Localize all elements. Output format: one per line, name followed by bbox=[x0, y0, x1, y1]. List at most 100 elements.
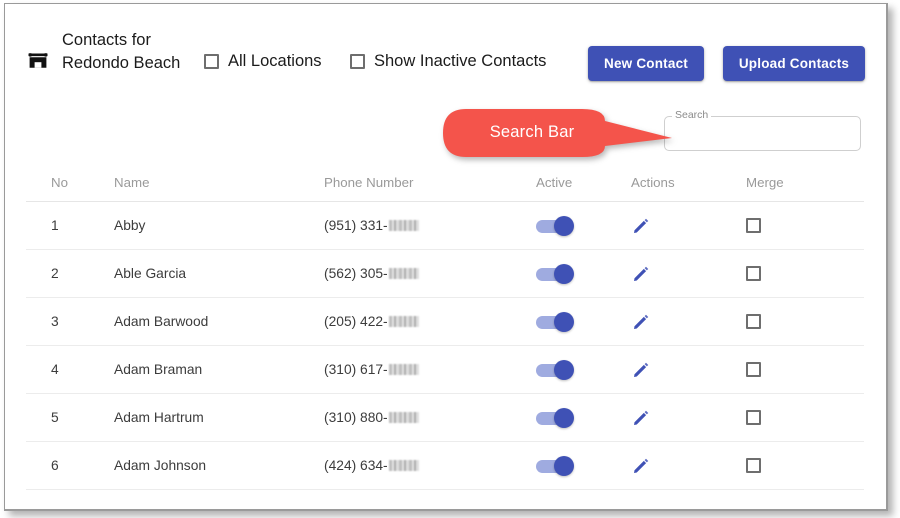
phone-number-text: (951) 331- bbox=[324, 218, 388, 233]
cell-merge bbox=[746, 442, 761, 489]
pencil-icon[interactable] bbox=[631, 456, 651, 476]
cell-name: Adam Hartrum bbox=[114, 410, 204, 425]
storefront-icon bbox=[26, 49, 50, 73]
search-input[interactable] bbox=[665, 117, 860, 150]
pencil-icon[interactable] bbox=[631, 312, 651, 332]
page-title: Contacts for Redondo Beach bbox=[62, 31, 181, 72]
cell-merge bbox=[746, 346, 761, 393]
phone-redacted-digits bbox=[388, 220, 419, 231]
active-toggle-thumb bbox=[554, 263, 574, 284]
cell-actions bbox=[631, 298, 651, 345]
cell-phone: (310) 880- bbox=[324, 394, 419, 441]
page-header: Contacts for Redondo Beach All Locations… bbox=[5, 4, 885, 100]
active-toggle-thumb bbox=[554, 455, 574, 476]
cell-active bbox=[536, 298, 576, 345]
phone-redacted-digits bbox=[388, 268, 419, 279]
cell-phone: (310) 617- bbox=[324, 346, 419, 393]
table-row: 3 Adam Barwood (205) 422- bbox=[26, 298, 864, 346]
active-toggle[interactable] bbox=[536, 263, 576, 284]
active-toggle-thumb bbox=[554, 311, 574, 332]
merge-checkbox[interactable] bbox=[746, 314, 761, 329]
phone-number-text: (424) 634- bbox=[324, 458, 388, 473]
active-toggle-thumb bbox=[554, 359, 574, 380]
annotation-callout-search-bar: Search Bar bbox=[442, 108, 672, 158]
active-toggle[interactable] bbox=[536, 359, 576, 380]
cell-no: 3 bbox=[51, 314, 59, 329]
table-header-row: No Name Phone Number Active Actions Merg… bbox=[26, 164, 864, 202]
column-header-phone: Phone Number bbox=[324, 175, 414, 190]
cell-active bbox=[536, 250, 576, 297]
merge-checkbox[interactable] bbox=[746, 266, 761, 281]
checkbox-box-all-locations[interactable] bbox=[204, 54, 219, 69]
active-toggle[interactable] bbox=[536, 407, 576, 428]
cell-active bbox=[536, 202, 576, 249]
active-toggle[interactable] bbox=[536, 311, 576, 332]
cell-phone: (205) 422- bbox=[324, 298, 419, 345]
screenshot-frame: Contacts for Redondo Beach All Locations… bbox=[4, 3, 888, 511]
cell-no: 2 bbox=[51, 266, 59, 281]
active-toggle-thumb bbox=[554, 407, 574, 428]
cell-no: 6 bbox=[51, 458, 59, 473]
cell-actions bbox=[631, 394, 651, 441]
column-header-no: No bbox=[51, 175, 68, 190]
contacts-table: No Name Phone Number Active Actions Merg… bbox=[26, 164, 864, 490]
checkbox-box-show-inactive-contacts[interactable] bbox=[350, 54, 365, 69]
phone-number-text: (310) 617- bbox=[324, 362, 388, 377]
phone-number-text: (310) 880- bbox=[324, 410, 388, 425]
cell-phone: (951) 331- bbox=[324, 202, 419, 249]
cell-merge bbox=[746, 394, 761, 441]
merge-checkbox[interactable] bbox=[746, 458, 761, 473]
checkbox-label-all-locations: All Locations bbox=[228, 52, 322, 70]
phone-redacted-digits bbox=[388, 412, 419, 423]
pencil-icon[interactable] bbox=[631, 360, 651, 380]
table-body: 1 Abby (951) 331- 2 Able Garcia (562) 305- 3 Ad… bbox=[26, 202, 864, 490]
cell-merge bbox=[746, 250, 761, 297]
cell-name: Adam Braman bbox=[114, 362, 203, 377]
cell-merge bbox=[746, 298, 761, 345]
active-toggle[interactable] bbox=[536, 215, 576, 236]
pencil-icon[interactable] bbox=[631, 408, 651, 428]
cell-name: Able Garcia bbox=[114, 266, 187, 281]
cell-no: 4 bbox=[51, 362, 59, 377]
cell-actions bbox=[631, 250, 651, 297]
checkbox-label-show-inactive-contacts: Show Inactive Contacts bbox=[374, 52, 547, 70]
cell-no: 5 bbox=[51, 410, 59, 425]
upload-contacts-button[interactable]: Upload Contacts bbox=[723, 46, 865, 81]
merge-checkbox[interactable] bbox=[746, 410, 761, 425]
search-field-label: Search bbox=[672, 110, 712, 121]
cell-merge bbox=[746, 202, 761, 249]
phone-redacted-digits bbox=[388, 460, 419, 471]
table-row: 5 Adam Hartrum (310) 880- bbox=[26, 394, 864, 442]
checkbox-all-locations[interactable]: All Locations bbox=[204, 52, 322, 71]
phone-redacted-digits bbox=[388, 316, 419, 327]
cell-name: Adam Johnson bbox=[114, 458, 207, 473]
merge-checkbox[interactable] bbox=[746, 362, 761, 377]
checkbox-show-inactive-contacts[interactable]: Show Inactive Contacts bbox=[350, 52, 546, 71]
column-header-name: Name bbox=[114, 175, 150, 190]
cell-no: 1 bbox=[51, 218, 59, 233]
search-bar[interactable]: Search bbox=[664, 110, 861, 151]
cell-active bbox=[536, 394, 576, 441]
cell-name: Abby bbox=[114, 218, 146, 233]
table-row: 6 Adam Johnson (424) 634- bbox=[26, 442, 864, 490]
cell-actions bbox=[631, 346, 651, 393]
table-row: 4 Adam Braman (310) 617- bbox=[26, 346, 864, 394]
cell-name: Adam Barwood bbox=[114, 314, 209, 329]
column-header-merge: Merge bbox=[746, 175, 784, 190]
cell-active bbox=[536, 442, 576, 489]
cell-phone: (562) 305- bbox=[324, 250, 419, 297]
table-row: 1 Abby (951) 331- bbox=[26, 202, 864, 250]
new-contact-button[interactable]: New Contact bbox=[588, 46, 704, 81]
phone-redacted-digits bbox=[388, 364, 419, 375]
column-header-actions: Actions bbox=[631, 175, 675, 190]
pencil-icon[interactable] bbox=[631, 216, 651, 236]
merge-checkbox[interactable] bbox=[746, 218, 761, 233]
cell-phone: (424) 634- bbox=[324, 442, 419, 489]
pencil-icon[interactable] bbox=[631, 264, 651, 284]
cell-active bbox=[536, 346, 576, 393]
phone-number-text: (205) 422- bbox=[324, 314, 388, 329]
active-toggle[interactable] bbox=[536, 455, 576, 476]
cell-actions bbox=[631, 202, 651, 249]
app-content: Contacts for Redondo Beach All Locations… bbox=[5, 4, 885, 508]
cell-actions bbox=[631, 442, 651, 489]
